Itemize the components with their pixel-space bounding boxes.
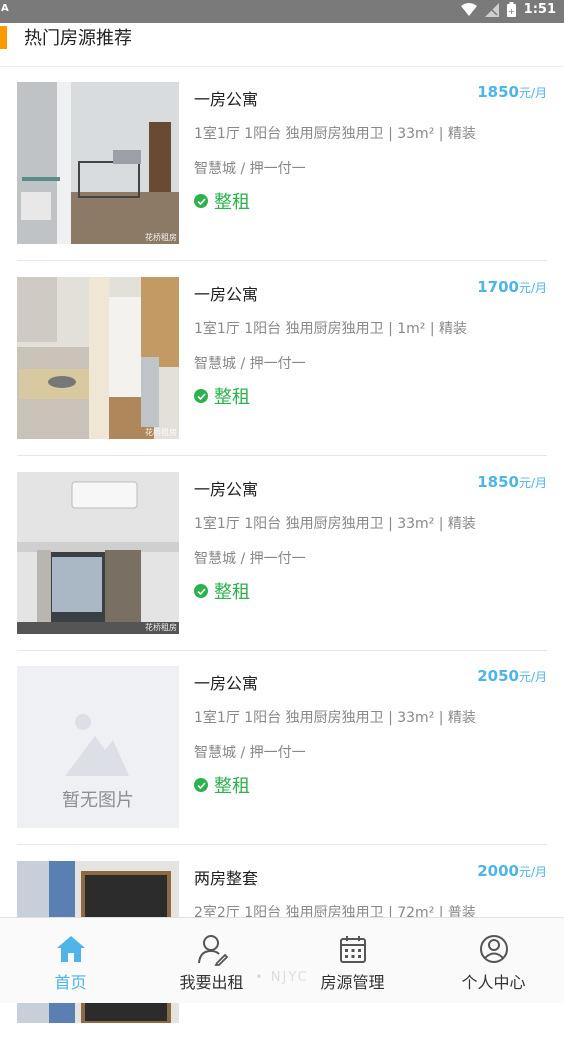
listing-title: 一房公寓	[194, 480, 259, 499]
listing-title: 一房公寓	[194, 285, 259, 304]
listing-spec: 1室1厅 1阳台 独用厨房独用卫 | 33m² | 精装	[194, 710, 476, 726]
section-title: 热门房源推荐	[24, 28, 132, 49]
tab-label: 个人中心	[461, 973, 526, 992]
listing-card[interactable]: 暂无图片 一房公寓 2050元/月 1室1厅 1阳台 独用厨房独用卫 | 33m…	[17, 650, 547, 845]
price-value: 1850	[477, 83, 519, 101]
tag-label: 整租	[214, 192, 250, 213]
check-icon	[194, 584, 208, 598]
price-unit: 元/月	[518, 281, 547, 295]
bottom-tab-bar: 首页 我要出租 房源管理 个人中心	[0, 917, 564, 1003]
price-unit: 元/月	[518, 86, 547, 100]
listing-photo: 花桥租房	[17, 277, 179, 439]
placeholder-text: 暂无图片	[62, 790, 134, 811]
status-bar: A + 1:51	[0, 0, 564, 23]
listing-price: 1850元/月	[477, 83, 547, 101]
wifi-icon	[460, 2, 477, 16]
price-value: 1850	[477, 473, 519, 491]
tag-label: 整租	[214, 387, 250, 408]
home-icon	[57, 936, 85, 962]
tag-label: 整租	[214, 776, 250, 797]
listing-spec: 1室1厅 1阳台 独用厨房独用卫 | 33m² | 精装	[194, 126, 476, 142]
tab-listing-management[interactable]: 房源管理	[282, 918, 423, 1003]
price-unit: 元/月	[518, 670, 547, 684]
listing-price: 2050元/月	[477, 667, 547, 685]
watermark: 花桥租房	[145, 623, 177, 632]
watermark-overlay: • NJYC	[255, 970, 309, 985]
check-icon	[194, 194, 208, 208]
listing-area: 智慧城 / 押一付一	[194, 356, 306, 372]
tag-label: 整租	[214, 582, 250, 603]
listing-photo: 花桥租房	[17, 82, 179, 244]
accent-bar	[0, 26, 7, 49]
calendar-icon	[340, 936, 366, 963]
signal-icon	[484, 2, 499, 17]
listing-title: 两房整套	[194, 869, 259, 888]
listing-area: 智慧城 / 押一付一	[194, 745, 306, 761]
listing-card[interactable]: 花桥租房 一房公寓 1850元/月 1室1厅 1阳台 独用厨房独用卫 | 33m…	[17, 66, 547, 261]
listing-spec: 1室1厅 1阳台 独用厨房独用卫 | 1m² | 精装	[194, 321, 468, 337]
listing-area: 智慧城 / 押一付一	[194, 161, 306, 177]
listing-tag: 整租	[194, 188, 250, 214]
watermark: 花桥租房	[145, 428, 177, 437]
listing-card[interactable]: 花桥租房 一房公寓 1700元/月 1室1厅 1阳台 独用厨房独用卫 | 1m²…	[17, 261, 547, 456]
listing-photo-placeholder: 暂无图片	[17, 666, 179, 828]
price-value: 2050	[477, 667, 519, 685]
listing-card[interactable]: 花桥租房 一房公寓 1850元/月 1室1厅 1阳台 独用厨房独用卫 | 33m…	[17, 456, 547, 651]
user-circle-icon	[480, 935, 508, 963]
price-value: 1700	[477, 278, 519, 296]
tab-rent-out[interactable]: 我要出租	[141, 918, 282, 1003]
user-edit-icon	[198, 935, 229, 966]
svg-text:+: +	[508, 7, 515, 16]
tab-profile[interactable]: 个人中心	[423, 918, 564, 1003]
listing-area: 智慧城 / 押一付一	[194, 551, 306, 567]
watermark: 花桥租房	[145, 233, 177, 242]
price-value: 2000	[477, 862, 519, 880]
clock: 1:51	[523, 2, 556, 17]
listing-price: 1700元/月	[477, 278, 547, 296]
listing-tag: 整租	[194, 772, 250, 798]
tab-label: 首页	[54, 973, 87, 992]
listing-photo: 花桥租房	[17, 472, 179, 634]
check-icon	[194, 389, 208, 403]
listing-tag: 整租	[194, 383, 250, 409]
listing-price: 1850元/月	[477, 473, 547, 491]
listing-title: 一房公寓	[194, 674, 259, 693]
notification-icon: A	[1, 3, 9, 14]
check-icon	[194, 778, 208, 792]
listing-price: 2000元/月	[477, 862, 547, 880]
listing-title: 一房公寓	[194, 90, 259, 109]
price-unit: 元/月	[518, 476, 547, 490]
listing-spec: 1室1厅 1阳台 独用厨房独用卫 | 33m² | 精装	[194, 516, 476, 532]
battery-icon: +	[506, 2, 516, 17]
tab-home[interactable]: 首页	[0, 918, 141, 1003]
listing-tag: 整租	[194, 578, 250, 604]
price-unit: 元/月	[518, 865, 547, 879]
section-header: 热门房源推荐	[0, 23, 564, 67]
